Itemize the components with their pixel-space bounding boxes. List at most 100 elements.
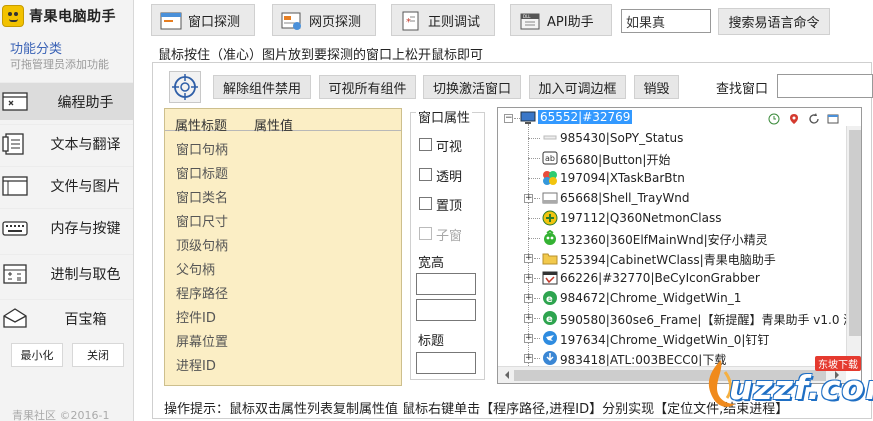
expand-toggle[interactable]: + xyxy=(524,194,533,203)
scrollbar-thumb[interactable] xyxy=(849,130,861,336)
sidebar-item-programming[interactable]: 编程助手 xyxy=(0,82,133,120)
refresh-icon[interactable] xyxy=(808,113,820,125)
tree-node[interactable]: 132360|360ElfMainWnd|安仔小精灵 xyxy=(560,231,768,248)
transparent-checkbox[interactable] xyxy=(419,168,432,181)
expand-toggle[interactable]: + xyxy=(524,314,533,323)
checkbox-label: 可视 xyxy=(436,140,463,155)
window-tree[interactable]: − 65552|#32769 985430|SoPY_Status ab 656… xyxy=(497,107,862,384)
property-row[interactable]: 进程ID xyxy=(176,355,216,374)
expand-toggle[interactable]: + xyxy=(524,274,533,283)
window-view-icon[interactable] xyxy=(827,113,839,125)
height-input[interactable] xyxy=(416,299,476,321)
expand-toggle[interactable]: + xyxy=(524,354,533,363)
property-row[interactable]: 顶级句柄 xyxy=(176,235,228,254)
tree-node[interactable]: 197094|XTaskBarBtn xyxy=(560,171,685,185)
browser-e-icon: e xyxy=(543,311,557,325)
tree-line xyxy=(534,338,540,339)
scroll-left-arrow-icon[interactable] xyxy=(501,371,509,379)
property-row[interactable]: 父句柄 xyxy=(176,259,215,278)
expand-toggle[interactable]: + xyxy=(524,294,533,303)
width-height-label: 宽高 xyxy=(418,256,445,271)
window-attributes-title: 窗口属性 xyxy=(416,107,473,126)
topmost-checkbox[interactable] xyxy=(419,197,432,210)
svg-text:*: * xyxy=(406,17,411,28)
api-dll-icon: DLL xyxy=(520,13,540,30)
window-probe-button[interactable]: 窗口探测 xyxy=(151,4,255,36)
tree-node[interactable]: 985430|SoPY_Status xyxy=(560,131,683,145)
crosshair-icon xyxy=(172,74,198,100)
title-input[interactable] xyxy=(416,352,476,374)
tree-line xyxy=(534,278,540,279)
property-row[interactable]: 窗口类名 xyxy=(176,187,228,206)
regex-debug-button[interactable]: * 正则调试 xyxy=(391,4,495,36)
expand-toggle[interactable]: + xyxy=(524,254,533,263)
command-search-input[interactable] xyxy=(621,9,711,33)
tree-node[interactable]: 590580|360se6_Frame|【新提醒】青果助手 v1.0 测 xyxy=(560,311,855,328)
sidebar-item-radix[interactable]: 进制与取色 xyxy=(0,254,133,292)
width-input[interactable] xyxy=(416,273,476,295)
tree-node[interactable]: 65668|Shell_TrayWnd xyxy=(560,191,690,205)
minimize-button[interactable]: 最小化 xyxy=(11,343,63,367)
app-brand: 青果电脑助手 xyxy=(2,3,116,29)
tool-label: API助手 xyxy=(547,14,594,30)
tree-node[interactable]: 197634|Chrome_WidgetWin_0|钉钉 xyxy=(560,331,769,348)
blank-window-icon xyxy=(543,135,557,140)
app-title: 青果电脑助手 xyxy=(29,9,116,25)
tree-root-node[interactable]: 65552|#32769 xyxy=(538,110,633,124)
tree-node[interactable]: 525394|CabinetWClass|青果电脑助手 xyxy=(560,251,776,268)
tree-vertical-scrollbar[interactable] xyxy=(846,126,861,366)
locate-pin-icon[interactable] xyxy=(788,113,800,125)
property-table[interactable]: 属性标题 属性值 窗口句柄 窗口标题 窗口类名 窗口尺寸 顶级句柄 父句柄 程序… xyxy=(164,108,402,386)
column-header: 属性值 xyxy=(254,119,294,134)
find-window-input[interactable] xyxy=(777,74,873,98)
tree-line xyxy=(528,238,540,239)
web-probe-icon xyxy=(281,12,301,30)
expand-toggle[interactable]: + xyxy=(524,334,533,343)
colorful-app-icon xyxy=(543,171,557,185)
sidebar-item-label: 文件与图片 xyxy=(50,178,121,195)
sidebar: 青果电脑助手 功能分类 可拖管理员添加功能 编程助手 文本与翻译 文件与图片 内… xyxy=(0,0,134,421)
desktop-icon xyxy=(520,111,536,124)
property-row[interactable]: 屏幕位置 xyxy=(176,331,228,350)
web-probe-button[interactable]: 网页探测 xyxy=(272,4,376,36)
destroy-button[interactable]: 销毁 xyxy=(634,75,679,99)
tool-label: 网页探测 xyxy=(309,14,362,30)
svg-text:DLL: DLL xyxy=(523,14,531,19)
regex-debug-icon: * xyxy=(402,11,419,31)
close-button[interactable]: 关闭 xyxy=(72,343,124,367)
folder-window-icon xyxy=(2,176,28,196)
tree-line xyxy=(528,158,540,159)
clock-icon[interactable] xyxy=(768,113,780,125)
sidebar-item-toolbox[interactable]: 百宝箱 xyxy=(0,299,133,337)
switch-active-window-button[interactable]: 切换激活窗口 xyxy=(423,75,521,99)
netmon-plus-icon xyxy=(542,210,558,226)
tool-label: 窗口探测 xyxy=(188,14,241,30)
dingtalk-icon xyxy=(543,331,557,345)
tree-node[interactable]: 65680|Button|开始 xyxy=(560,151,670,168)
unlock-components-button[interactable]: 解除组件禁用 xyxy=(213,75,311,99)
tree-node[interactable]: 984672|Chrome_WidgetWin_1 xyxy=(560,291,741,305)
green-elf-icon xyxy=(544,230,556,245)
search-command-button[interactable]: 搜索易语言命令 xyxy=(718,8,830,35)
tree-line xyxy=(534,298,540,299)
add-resizable-border-button[interactable]: 加入可调边框 xyxy=(529,75,626,99)
window-x-icon xyxy=(2,92,28,111)
sidebar-item-text[interactable]: 文本与翻译 xyxy=(0,124,133,162)
property-row[interactable]: 窗口尺寸 xyxy=(176,211,228,230)
tree-line xyxy=(534,258,540,259)
property-row[interactable]: 窗口标题 xyxy=(176,163,228,182)
sidebar-item-label: 内存与按键 xyxy=(50,220,121,237)
show-all-components-button[interactable]: 可视所有组件 xyxy=(319,75,416,99)
sidebar-item-memory[interactable]: 内存与按键 xyxy=(0,208,133,246)
property-row[interactable]: 控件ID xyxy=(176,307,216,326)
tree-node[interactable]: 66226|#32770|BeCyIconGrabber xyxy=(560,271,760,285)
sidebar-item-files[interactable]: 文件与图片 xyxy=(0,166,133,204)
visible-checkbox[interactable] xyxy=(419,138,432,151)
tree-node[interactable]: 197112|Q360NetmonClass xyxy=(560,211,721,225)
child-window-checkbox xyxy=(419,227,432,240)
collapse-toggle[interactable]: − xyxy=(504,114,513,123)
property-row[interactable]: 程序路径 xyxy=(176,283,228,302)
api-helper-button[interactable]: DLL API助手 xyxy=(510,4,612,36)
crosshair-probe-button[interactable] xyxy=(169,71,201,103)
property-row[interactable]: 窗口句柄 xyxy=(176,139,228,158)
